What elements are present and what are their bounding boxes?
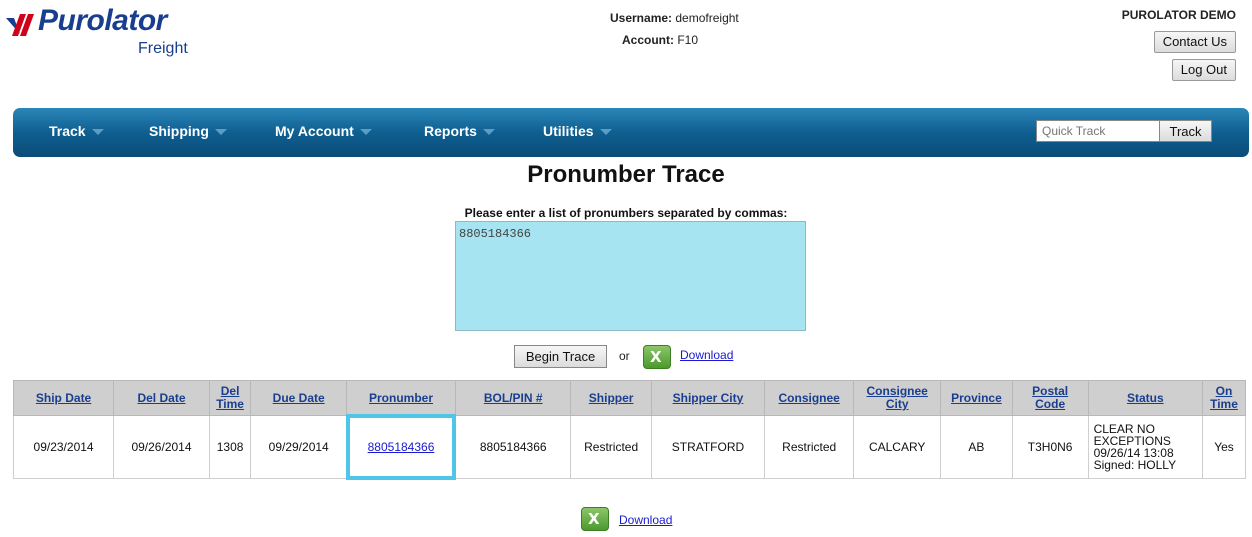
cell-bol-pin: 8805184366 [454, 415, 572, 479]
col-del-time[interactable]: Del Time [208, 380, 252, 416]
nav-item-label: Reports [424, 123, 477, 139]
nav-item-my-account[interactable]: My Account [275, 123, 372, 139]
table-row: 09/23/2014 09/26/2014 1308 09/29/2014 88… [12, 414, 1246, 480]
cell-province: AB [940, 415, 1013, 479]
col-consignee[interactable]: Consignee [764, 380, 855, 416]
logo-subtext: Freight [138, 40, 188, 57]
pronumbers-textarea[interactable]: 8805184366 [455, 221, 806, 331]
results-table: Ship Date Del Date Del Time Due Date Pro… [12, 380, 1246, 480]
excel-icon[interactable]: X [581, 507, 609, 531]
status-line: Signed: HOLLY [1093, 458, 1177, 472]
nav-item-label: Utilities [543, 123, 594, 139]
col-ship-date[interactable]: Ship Date [12, 380, 115, 416]
purolator-logo[interactable]: Purolator Freight [6, 4, 216, 64]
col-due-date[interactable]: Due Date [250, 380, 348, 416]
cell-due-date: 09/29/2014 [250, 415, 348, 479]
caret-down-icon [359, 129, 372, 136]
nav-item-label: Shipping [149, 123, 209, 139]
caret-down-icon [91, 129, 104, 136]
col-pronumber[interactable]: Pronumber [346, 380, 456, 416]
cell-ship-date: 09/23/2014 [12, 415, 115, 479]
col-del-date[interactable]: Del Date [113, 380, 210, 416]
cell-consignee-city: CALCARY [853, 415, 942, 479]
instructions-label: Please enter a list of pronumbers separa… [464, 206, 788, 220]
table-header-row: Ship Date Del Date Del Time Due Date Pro… [12, 380, 1246, 416]
nav-item-track[interactable]: Track [49, 123, 104, 139]
quick-track-button[interactable]: Track [1159, 120, 1212, 142]
download-link-bottom[interactable]: Download [619, 513, 672, 527]
or-text: or [619, 349, 630, 363]
logo-text: Purolator [38, 4, 167, 37]
download-link[interactable]: Download [680, 348, 733, 362]
log-out-button[interactable]: Log Out [1171, 59, 1236, 81]
excel-icon[interactable]: X [643, 345, 671, 369]
bottom-download: X Download [581, 507, 711, 533]
cell-del-date: 09/26/2014 [113, 415, 210, 479]
account-value: F10 [677, 33, 699, 47]
col-consignee-city[interactable]: Consignee City [853, 380, 942, 416]
nav-item-reports[interactable]: Reports [424, 123, 495, 139]
cell-on-time: Yes [1202, 415, 1246, 479]
col-postal-code[interactable]: Postal Code [1011, 380, 1089, 416]
nav-item-label: My Account [275, 123, 354, 139]
purolator-logo-icon [6, 14, 34, 36]
nav-item-label: Track [49, 123, 86, 139]
page-title: Pronumber Trace [527, 161, 725, 188]
caret-down-icon [482, 129, 495, 136]
col-on-time[interactable]: On Time [1202, 380, 1246, 416]
cell-postal-code: T3H0N6 [1011, 415, 1089, 479]
col-shipper-city[interactable]: Shipper City [650, 380, 766, 416]
quick-track-input[interactable] [1036, 120, 1160, 142]
cell-pronumber: 8805184366 [346, 414, 456, 480]
cell-del-time: 1308 [208, 415, 252, 479]
cell-consignee: Restricted [764, 415, 855, 479]
cell-shipper: Restricted [570, 415, 652, 479]
username-label: Username: [610, 11, 673, 25]
cell-status: CLEAR NO EXCEPTIONS 09/26/14 13:08 Signe… [1087, 415, 1204, 479]
pronumber-link[interactable]: 8805184366 [368, 440, 435, 454]
col-bol-pin[interactable]: BOL/PIN # [454, 380, 572, 416]
main-nav: Track Shipping My Account Reports Utilit… [13, 108, 1249, 157]
company-name: PUROLATOR DEMO [1121, 8, 1236, 22]
nav-item-shipping[interactable]: Shipping [149, 123, 227, 139]
col-province[interactable]: Province [940, 380, 1013, 416]
username-row: Username: demofreight [610, 8, 739, 28]
col-shipper[interactable]: Shipper [570, 380, 652, 416]
nav-item-utilities[interactable]: Utilities [543, 123, 612, 139]
account-label: Account: [622, 33, 674, 47]
cell-shipper-city: STRATFORD [650, 415, 766, 479]
caret-down-icon [599, 129, 612, 136]
begin-trace-button[interactable]: Begin Trace [514, 345, 607, 368]
username-value: demofreight [675, 11, 739, 25]
caret-down-icon [214, 129, 227, 136]
contact-us-button[interactable]: Contact Us [1153, 31, 1236, 53]
account-row: Account: F10 [622, 30, 698, 50]
col-status[interactable]: Status [1087, 380, 1204, 416]
